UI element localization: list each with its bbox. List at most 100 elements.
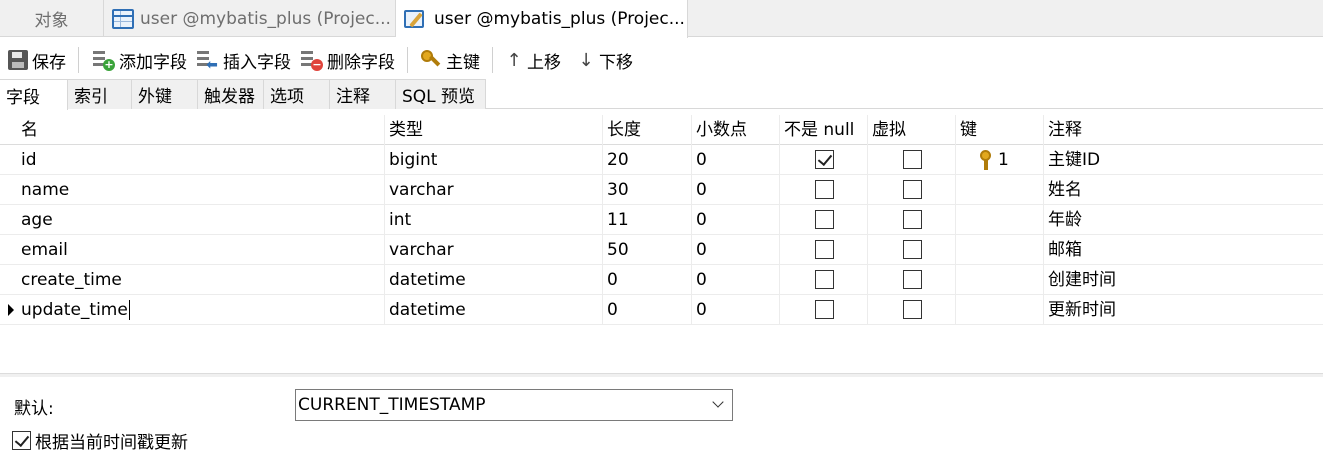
- field-name-cell[interactable]: email: [17, 235, 385, 265]
- tab-user-table-design[interactable]: user @mybatis_plus (Projec...: [396, 0, 688, 38]
- field-comment-cell[interactable]: 年龄: [1044, 205, 1323, 235]
- table-row[interactable]: id bigint 20 0 1 主键ID: [0, 145, 1323, 175]
- table-row[interactable]: age int 11 0 年龄: [0, 205, 1323, 235]
- column-header-name[interactable]: 名: [17, 115, 385, 145]
- field-length-cell[interactable]: 50: [603, 235, 692, 265]
- table-row[interactable]: create_time datetime 0 0 创建时间: [0, 265, 1323, 295]
- virtual-checkbox[interactable]: [903, 300, 922, 319]
- field-length-cell[interactable]: 30: [603, 175, 692, 205]
- tab-user-table-data[interactable]: user @mybatis_plus (Projec...: [104, 0, 396, 37]
- virtual-checkbox[interactable]: [903, 270, 922, 289]
- field-length-cell[interactable]: 0: [603, 265, 692, 295]
- tab-sql-preview[interactable]: SQL 预览: [396, 79, 486, 109]
- tab-fields[interactable]: 字段: [0, 79, 68, 110]
- tab-objects[interactable]: 对象: [0, 0, 104, 37]
- table-row-selected[interactable]: update_time datetime 0 0 更新时间: [0, 295, 1323, 325]
- default-value-text: CURRENT_TIMESTAMP: [298, 395, 486, 415]
- key-cell[interactable]: [956, 265, 1044, 295]
- primary-key-button[interactable]: 主键: [416, 43, 484, 77]
- tab-comment-label: 注释: [336, 87, 370, 107]
- column-header-length[interactable]: 长度: [603, 115, 692, 145]
- add-field-button[interactable]: + 添加字段: [87, 43, 191, 77]
- column-header-type[interactable]: 类型: [385, 115, 603, 145]
- field-decimals-cell[interactable]: 0: [692, 235, 780, 265]
- virtual-checkbox[interactable]: [903, 240, 922, 259]
- field-comment-cell[interactable]: 邮箱: [1044, 235, 1323, 265]
- virtual-checkbox[interactable]: [903, 180, 922, 199]
- key-cell[interactable]: [956, 235, 1044, 265]
- not-null-checkbox[interactable]: [815, 150, 834, 169]
- delete-field-icon: −: [299, 49, 323, 71]
- field-type-cell[interactable]: datetime: [385, 265, 603, 295]
- panel-splitter[interactable]: [0, 373, 1323, 377]
- column-header-decimals[interactable]: 小数点: [692, 115, 780, 145]
- move-up-button[interactable]: ↑ 上移: [501, 43, 565, 77]
- field-name-cell[interactable]: id: [17, 145, 385, 175]
- field-comment-cell[interactable]: 更新时间: [1044, 295, 1323, 325]
- virtual-cell: [868, 145, 956, 175]
- field-decimals-cell[interactable]: 0: [692, 145, 780, 175]
- key-cell[interactable]: [956, 295, 1044, 325]
- field-comment-cell[interactable]: 主键ID: [1044, 145, 1323, 175]
- save-button[interactable]: 保存: [4, 43, 70, 77]
- field-type-cell[interactable]: int: [385, 205, 603, 235]
- field-decimals-cell[interactable]: 0: [692, 175, 780, 205]
- field-name-cell[interactable]: create_time: [17, 265, 385, 295]
- tab-options[interactable]: 选项: [264, 79, 330, 109]
- arrow-down-icon: ↓: [578, 49, 594, 71]
- virtual-cell: [868, 235, 956, 265]
- tab-comment[interactable]: 注释: [330, 79, 396, 109]
- tab-objects-label: 对象: [34, 11, 69, 31]
- field-comment-cell[interactable]: 创建时间: [1044, 265, 1323, 295]
- field-decimals-cell[interactable]: 0: [692, 205, 780, 235]
- not-null-checkbox[interactable]: [815, 210, 834, 229]
- current-row-indicator-icon: [8, 304, 14, 316]
- field-name-cell[interactable]: name: [17, 175, 385, 205]
- update-on-timestamp-option[interactable]: 根据当前时间戳更新: [12, 428, 188, 453]
- tab-indexes[interactable]: 索引: [68, 79, 132, 109]
- field-type-cell[interactable]: varchar: [385, 175, 603, 205]
- field-name-cell-editing[interactable]: update_time: [17, 295, 385, 325]
- chevron-down-icon: [712, 396, 724, 408]
- insert-field-button-label: 插入字段: [223, 52, 291, 73]
- field-name-cell[interactable]: age: [17, 205, 385, 235]
- toolbar-separator: [492, 47, 493, 73]
- column-header-comment[interactable]: 注释: [1044, 115, 1323, 145]
- field-decimals-cell[interactable]: 0: [692, 265, 780, 295]
- not-null-checkbox[interactable]: [815, 270, 834, 289]
- toolbar: 保存 + 添加字段 ⬅ 插入字段 − 删除字段 主键 ↑ 上移 ↓ 下移: [0, 40, 1323, 80]
- field-length-cell[interactable]: 0: [603, 295, 692, 325]
- move-down-button[interactable]: ↓ 下移: [573, 43, 637, 77]
- virtual-cell: [868, 265, 956, 295]
- not-null-checkbox[interactable]: [815, 240, 834, 259]
- field-type-cell[interactable]: varchar: [385, 235, 603, 265]
- field-length-cell[interactable]: 20: [603, 145, 692, 175]
- field-type-cell[interactable]: datetime: [385, 295, 603, 325]
- virtual-checkbox[interactable]: [903, 150, 922, 169]
- key-cell[interactable]: [956, 205, 1044, 235]
- table-row[interactable]: email varchar 50 0 邮箱: [0, 235, 1323, 265]
- column-header-key[interactable]: 键: [956, 115, 1044, 145]
- tab-user-table-design-label: user @mybatis_plus (Projec...: [434, 9, 685, 29]
- table-row[interactable]: name varchar 30 0 姓名: [0, 175, 1323, 205]
- update-on-timestamp-checkbox[interactable]: [12, 431, 31, 450]
- not-null-checkbox[interactable]: [815, 300, 834, 319]
- column-header-not-null[interactable]: 不是 null: [780, 115, 868, 145]
- field-type-cell[interactable]: bigint: [385, 145, 603, 175]
- field-decimals-cell[interactable]: 0: [692, 295, 780, 325]
- field-length-cell[interactable]: 11: [603, 205, 692, 235]
- column-header-virtual[interactable]: 虚拟: [868, 115, 956, 145]
- insert-field-icon: ⬅: [195, 49, 219, 72]
- update-on-timestamp-label: 根据当前时间戳更新: [35, 433, 188, 453]
- delete-field-button[interactable]: − 删除字段: [295, 43, 399, 77]
- key-cell[interactable]: 1: [956, 145, 1044, 175]
- not-null-checkbox[interactable]: [815, 180, 834, 199]
- insert-field-button[interactable]: ⬅ 插入字段: [191, 43, 295, 77]
- tab-foreign-keys[interactable]: 外键: [132, 79, 198, 109]
- field-comment-cell[interactable]: 姓名: [1044, 175, 1323, 205]
- default-value-select[interactable]: CURRENT_TIMESTAMP: [295, 389, 733, 421]
- tab-triggers[interactable]: 触发器: [198, 79, 264, 109]
- key-cell[interactable]: [956, 175, 1044, 205]
- arrow-up-icon: ↑: [506, 49, 522, 71]
- virtual-checkbox[interactable]: [903, 210, 922, 229]
